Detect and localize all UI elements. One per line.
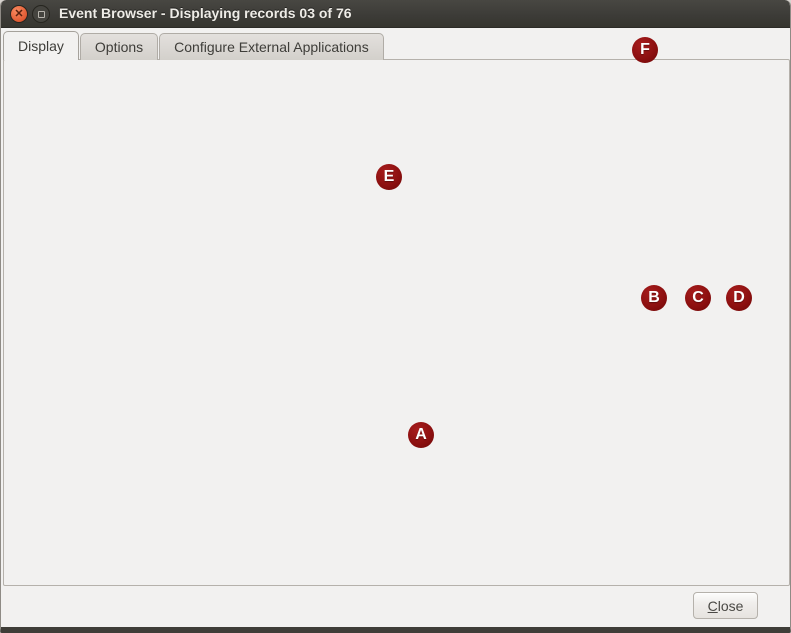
callout-c: C [685,285,711,311]
close-button-label: Close [708,598,744,614]
tab-configure-external-applications[interactable]: Configure External Applications [159,33,384,60]
tab-options-label: Options [95,39,143,55]
callout-d: D [726,285,752,311]
titlebar[interactable]: ✕ Event Browser - Displaying records 03 … [1,0,790,28]
tab-display[interactable]: Display [3,31,79,60]
close-button[interactable]: Close [693,592,758,619]
window-close-button[interactable]: ✕ [10,5,28,23]
window-title: Event Browser - Displaying records 03 of… [59,5,352,21]
tab-configure-label: Configure External Applications [174,39,369,55]
close-icon: ✕ [14,9,23,20]
callout-a: A [408,422,434,448]
window-restore-button[interactable] [32,5,50,23]
callout-e: E [376,164,402,190]
restore-icon [38,11,45,18]
callout-f: F [632,37,658,63]
tab-options[interactable]: Options [80,33,158,60]
callout-b: B [641,285,667,311]
tab-bar: Display Options Configure External Appli… [3,31,385,60]
tab-display-label: Display [18,38,64,54]
tab-pane [3,59,790,586]
event-browser-window: ✕ Event Browser - Displaying records 03 … [0,0,791,633]
